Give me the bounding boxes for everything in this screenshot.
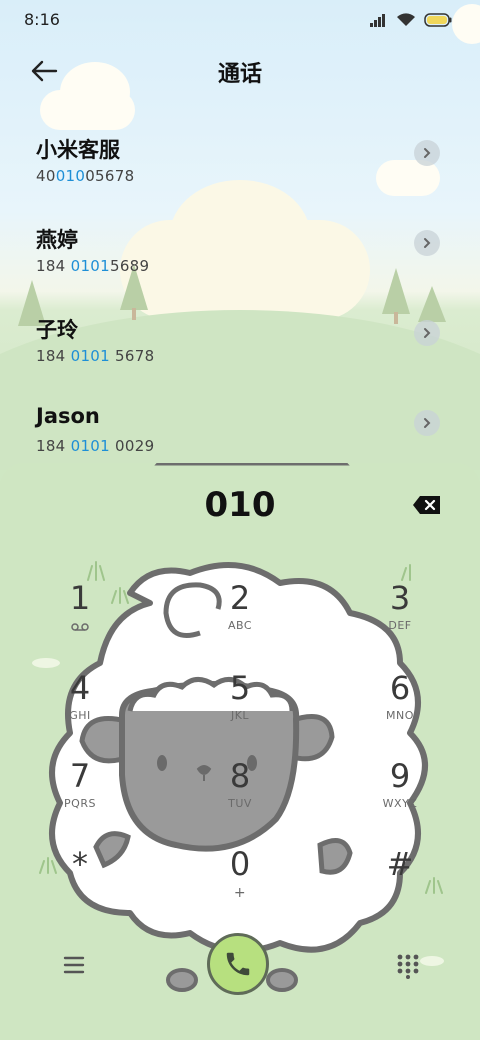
key-digit: 7 <box>69 757 91 795</box>
contact-detail-button[interactable] <box>414 410 440 436</box>
key-4[interactable]: 4 GHI <box>30 663 130 743</box>
number-prefix: 184 <box>36 437 71 455</box>
number-suffix: 0029 <box>109 437 155 455</box>
contact-detail-button[interactable] <box>414 320 440 346</box>
battery-icon <box>424 12 452 27</box>
key-letters: GHI <box>69 709 91 722</box>
number-match-highlight: 0101 <box>70 347 110 365</box>
key-digit: 1 <box>69 579 91 617</box>
key-digit: * <box>72 845 88 883</box>
contact-number: 184 0101 5678 <box>36 347 154 365</box>
chevron-right-icon <box>424 238 431 248</box>
number-prefix: 184 <box>36 347 71 365</box>
status-icons <box>370 12 452 27</box>
key-digit: 0 <box>229 845 251 883</box>
key-letters: ABC <box>227 619 253 632</box>
dialpad-icon <box>397 954 419 979</box>
backspace-icon <box>413 496 440 514</box>
key-8[interactable]: 8 TUV <box>190 751 290 831</box>
contact-number: 184 0101 0029 <box>36 437 154 455</box>
contact-number: 184 01015689 <box>36 257 149 275</box>
contact-row[interactable]: Jason 184 0101 0029 <box>0 404 480 464</box>
number-prefix: 184 <box>36 257 71 275</box>
contact-name: 子玲 <box>36 318 78 342</box>
header: 通话 <box>0 48 480 92</box>
key-letters: DEF <box>388 619 412 632</box>
number-match-highlight: 010 <box>55 167 86 185</box>
voicemail-icon <box>71 623 89 631</box>
number-prefix: 40 <box>36 167 56 185</box>
key-digit: 6 <box>389 669 411 707</box>
key-digit: # <box>386 845 414 883</box>
key-digit: 3 <box>389 579 411 617</box>
key-3[interactable]: 3 DEF <box>350 573 450 653</box>
key-0[interactable]: 0 + <box>190 839 290 919</box>
menu-icon <box>63 956 85 974</box>
key-digit: 8 <box>229 757 251 795</box>
key-7[interactable]: 7 PQRS <box>30 751 130 831</box>
status-bar: 8:16 <box>0 0 480 40</box>
backspace-button[interactable] <box>412 494 442 516</box>
key-1[interactable]: 1 <box>30 573 130 653</box>
key-letters: PQRS <box>64 797 96 810</box>
dialed-number-display: 010 <box>204 485 276 525</box>
key-letters: + <box>233 885 247 901</box>
call-button[interactable] <box>207 933 269 995</box>
key-digit: 5 <box>229 669 251 707</box>
contact-name: Jason <box>36 404 100 428</box>
key-hash[interactable]: # <box>350 839 450 919</box>
contact-detail-button[interactable] <box>414 140 440 166</box>
contact-row[interactable]: 子玲 184 0101 5678 <box>0 314 480 400</box>
number-match-highlight: 0101 <box>70 437 110 455</box>
key-6[interactable]: 6 MNO <box>350 663 450 743</box>
key-letters: WXYZ <box>382 797 418 810</box>
wifi-icon <box>397 13 415 26</box>
dial-pad-panel: 010 1 2 ABC 3 DEF 4 GHI 5 JKL 6 MNO 7 PQ… <box>0 463 480 1040</box>
signal-icon <box>370 13 385 27</box>
contact-name: 燕婷 <box>36 228 78 252</box>
key-9[interactable]: 9 WXYZ <box>350 751 450 831</box>
key-digit: 9 <box>389 757 411 795</box>
contact-row[interactable]: 燕婷 184 01015689 <box>0 224 480 310</box>
page-title: 通话 <box>217 62 262 87</box>
number-suffix: 5689 <box>109 257 150 275</box>
number-match-highlight: 0101 <box>70 257 110 275</box>
key-star[interactable]: * <box>30 839 130 919</box>
contact-name: 小米客服 <box>36 138 120 162</box>
contact-number: 4001005678 <box>36 167 134 185</box>
number-suffix: 5678 <box>109 347 155 365</box>
key-5[interactable]: 5 JKL <box>190 663 290 743</box>
key-letters: JKL <box>230 709 250 722</box>
chevron-right-icon <box>424 328 431 338</box>
key-digit: 4 <box>69 669 91 707</box>
chevron-right-icon <box>424 148 431 158</box>
number-suffix: 05678 <box>85 167 135 185</box>
chevron-right-icon <box>424 418 431 428</box>
screen: 8:16 通话 小米客服 4001005678 燕婷 184 01015689 … <box>0 0 480 1040</box>
key-2[interactable]: 2 ABC <box>190 573 290 653</box>
phone-icon <box>226 952 250 976</box>
key-digit: 2 <box>229 579 251 617</box>
status-time: 8:16 <box>24 10 60 29</box>
menu-button[interactable] <box>58 949 90 981</box>
contact-detail-button[interactable] <box>414 230 440 256</box>
keypad-toggle-button[interactable] <box>396 953 420 979</box>
key-letters: TUV <box>228 797 252 810</box>
contact-row[interactable]: 小米客服 4001005678 <box>0 134 480 220</box>
key-letters: MNO <box>386 709 414 722</box>
